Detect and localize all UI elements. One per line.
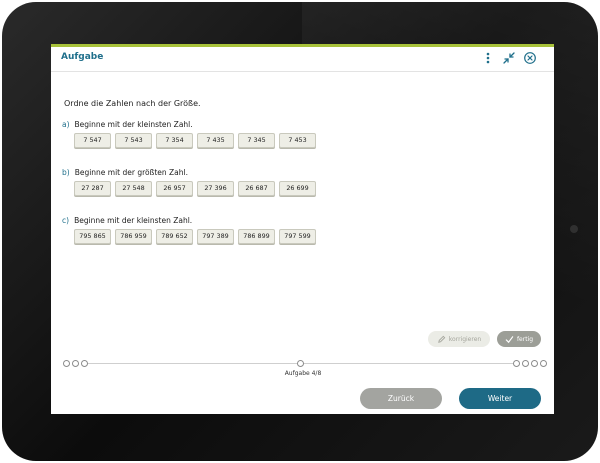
- progress-dot[interactable]: [540, 360, 547, 367]
- number-tile[interactable]: 7 354: [156, 133, 193, 148]
- number-tile[interactable]: 27 287: [74, 181, 111, 196]
- task-c-text: Beginne mit der kleinsten Zahl.: [74, 216, 193, 225]
- task-b-text: Beginne mit der größten Zahl.: [74, 168, 188, 177]
- number-tile[interactable]: 26 687: [238, 181, 275, 196]
- dialog-header: Aufgabe: [51, 47, 554, 72]
- progress-dot[interactable]: [72, 360, 79, 367]
- progress-dot[interactable]: [531, 360, 538, 367]
- number-tile[interactable]: 786 899: [238, 229, 275, 244]
- number-tile[interactable]: 7 345: [238, 133, 275, 148]
- task-a-letter: a): [62, 120, 70, 129]
- task-c-label: c) Beginne mit der kleinsten Zahl.: [62, 216, 192, 225]
- correct-button-label: korrigieren: [448, 335, 482, 343]
- correct-button[interactable]: korrigieren: [428, 331, 490, 347]
- collapse-icon[interactable]: [502, 51, 516, 65]
- number-tile[interactable]: 797 599: [279, 229, 316, 244]
- progress-label: Aufgabe 4/8: [284, 370, 322, 377]
- task-b-letter: b): [62, 168, 70, 177]
- pencil-icon: [437, 335, 446, 344]
- done-button[interactable]: fertig: [497, 331, 541, 347]
- tablet-camera: [570, 225, 578, 233]
- task-a-text: Beginne mit der kleinsten Zahl.: [74, 120, 193, 129]
- dialog-title: Aufgabe: [61, 52, 104, 62]
- done-button-label: fertig: [516, 335, 534, 343]
- task-b-tiles: 27 287 27 548 26 957 27 396 26 687 26 69…: [74, 181, 316, 196]
- close-circle-icon[interactable]: [523, 51, 537, 65]
- number-tile[interactable]: 7 453: [279, 133, 316, 148]
- more-vertical-icon[interactable]: [481, 51, 495, 65]
- progress-dot[interactable]: [522, 360, 529, 367]
- number-tile[interactable]: 797 389: [197, 229, 234, 244]
- number-tile[interactable]: 7 543: [115, 133, 152, 148]
- progress-dot[interactable]: [81, 360, 88, 367]
- checkmark-icon: [505, 335, 514, 344]
- number-tile[interactable]: 26 957: [156, 181, 193, 196]
- tablet-screen: Aufgabe Ordne die Zahlen nach der Größe.…: [51, 44, 554, 414]
- number-tile[interactable]: 26 699: [279, 181, 316, 196]
- number-tile[interactable]: 27 396: [197, 181, 234, 196]
- progress-dot[interactable]: [63, 360, 70, 367]
- back-button[interactable]: Zurück: [360, 388, 442, 409]
- task-b-label: b) Beginne mit der größten Zahl.: [62, 168, 188, 177]
- number-tile[interactable]: 7 435: [197, 133, 234, 148]
- progress-dots-right: [513, 360, 547, 367]
- number-tile[interactable]: 786 959: [115, 229, 152, 244]
- number-tile[interactable]: 7 547: [74, 133, 111, 148]
- next-button[interactable]: Weiter: [459, 388, 541, 409]
- progress-dots-left: [63, 360, 88, 367]
- number-tile[interactable]: 27 548: [115, 181, 152, 196]
- task-instruction: Ordne die Zahlen nach der Größe.: [64, 99, 201, 108]
- task-c-letter: c): [62, 216, 70, 225]
- progress-dot[interactable]: [513, 360, 520, 367]
- task-a-tiles: 7 547 7 543 7 354 7 435 7 345 7 453: [74, 133, 316, 148]
- number-tile[interactable]: 795 865: [74, 229, 111, 244]
- task-c-tiles: 795 865 786 959 789 652 797 389 786 899 …: [74, 229, 316, 244]
- number-tile[interactable]: 789 652: [156, 229, 193, 244]
- task-a-label: a) Beginne mit der kleinsten Zahl.: [62, 120, 193, 129]
- progress-dot-current[interactable]: [297, 360, 304, 367]
